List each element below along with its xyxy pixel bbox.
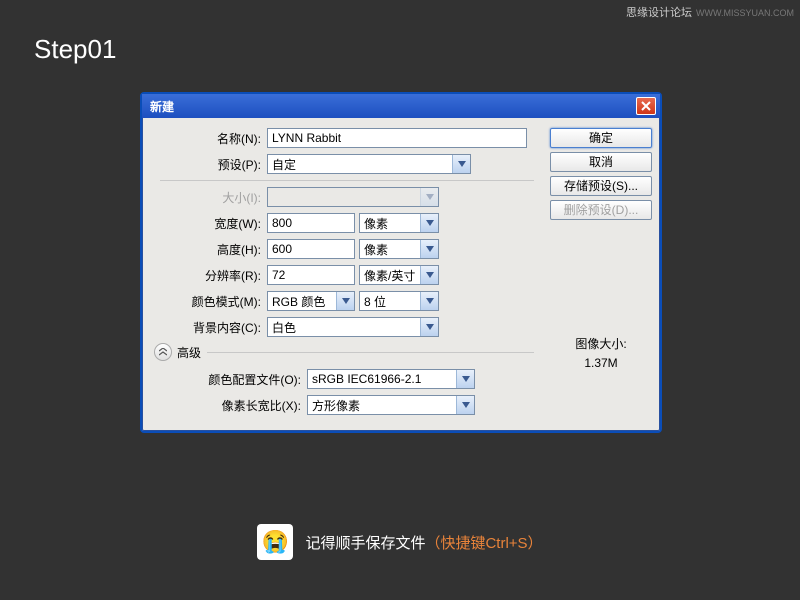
- colorbits-select[interactable]: 8 位: [359, 291, 439, 311]
- cancel-button[interactable]: 取消: [550, 152, 652, 172]
- colormode-label: 颜色模式(M):: [142, 293, 267, 310]
- colorprofile-select[interactable]: sRGB IEC61966-2.1: [307, 369, 475, 389]
- footer-tip: 😭 记得顺手保存文件（快捷键Ctrl+S）: [0, 524, 800, 560]
- close-button[interactable]: [636, 97, 656, 115]
- advanced-toggle[interactable]: [154, 343, 172, 361]
- save-preset-button[interactable]: 存储预设(S)...: [550, 176, 652, 196]
- step-label: Step01: [34, 34, 116, 65]
- name-label: 名称(N):: [142, 130, 267, 147]
- delete-preset-button: 删除预设(D)...: [550, 200, 652, 220]
- size-select: [267, 187, 439, 207]
- width-label: 宽度(W):: [142, 215, 267, 232]
- image-size-info: 图像大小: 1.37M: [550, 335, 652, 373]
- height-unit-select[interactable]: 像素: [359, 239, 439, 259]
- pixelaspect-label: 像素长宽比(X):: [142, 397, 307, 414]
- colorprofile-label: 颜色配置文件(O):: [142, 371, 307, 388]
- watermark: 思缘设计论坛WWW.MISSYUAN.COM: [626, 4, 794, 20]
- preset-select[interactable]: 自定: [267, 154, 471, 174]
- width-input[interactable]: [267, 213, 355, 233]
- chevron-down-icon: [420, 188, 438, 206]
- dialog-title: 新建: [150, 98, 174, 115]
- size-label: 大小(I):: [142, 189, 267, 206]
- width-unit-select[interactable]: 像素: [359, 213, 439, 233]
- crying-face-icon: 😭: [257, 524, 293, 560]
- ok-button[interactable]: 确定: [550, 128, 652, 148]
- chevron-down-icon: [420, 292, 438, 310]
- pixelaspect-select[interactable]: 方形像素: [307, 395, 475, 415]
- name-input[interactable]: [267, 128, 527, 148]
- chevron-down-icon: [420, 240, 438, 258]
- chevron-down-icon: [420, 318, 438, 336]
- chevron-down-icon: [456, 396, 474, 414]
- colormode-select[interactable]: RGB 颜色: [267, 291, 355, 311]
- height-label: 高度(H):: [142, 241, 267, 258]
- new-document-dialog: 新建 名称(N): 预设(P): 自定 大小(I):: [140, 92, 662, 433]
- chevron-down-icon: [456, 370, 474, 388]
- bgcontent-label: 背景内容(C):: [142, 319, 267, 336]
- resolution-label: 分辨率(R):: [142, 267, 267, 284]
- resolution-unit-select[interactable]: 像素/英寸: [359, 265, 439, 285]
- chevron-down-icon: [420, 214, 438, 232]
- height-input[interactable]: [267, 239, 355, 259]
- resolution-input[interactable]: [267, 265, 355, 285]
- double-chevron-up-icon: [159, 348, 167, 356]
- bgcontent-select[interactable]: 白色: [267, 317, 439, 337]
- titlebar: 新建: [142, 94, 660, 118]
- chevron-down-icon: [452, 155, 470, 173]
- chevron-down-icon: [420, 266, 438, 284]
- advanced-label: 高级: [177, 344, 201, 361]
- chevron-down-icon: [336, 292, 354, 310]
- preset-label: 预设(P):: [142, 156, 267, 173]
- close-icon: [641, 101, 651, 111]
